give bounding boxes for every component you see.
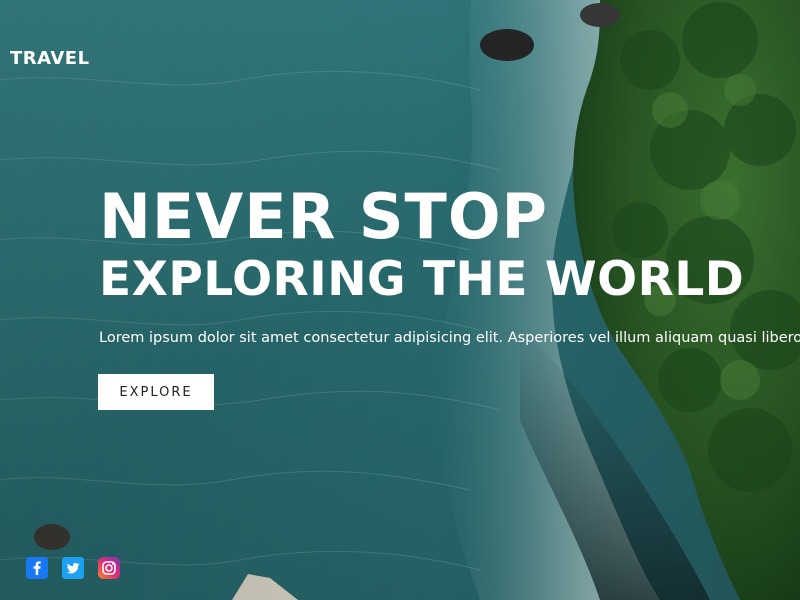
hero-title-line2: EXPLORING THE WORLD [99, 252, 745, 307]
social-links [26, 557, 120, 579]
hero-description: Lorem ipsum dolor sit amet consectetur a… [99, 330, 800, 346]
instagram-link[interactable] [98, 557, 120, 579]
facebook-icon [26, 557, 48, 579]
brand-logo[interactable]: TRAVEL [10, 48, 90, 69]
twitter-icon [62, 557, 84, 579]
explore-button[interactable]: EXPLORE [98, 374, 214, 410]
facebook-link[interactable] [26, 557, 48, 579]
hero-title-line1: NEVER STOP [99, 180, 548, 253]
twitter-link[interactable] [62, 557, 84, 579]
hero-section: TRAVEL NEVER STOP EXPLORING THE WORLD Lo… [0, 0, 800, 600]
instagram-icon [98, 557, 120, 579]
